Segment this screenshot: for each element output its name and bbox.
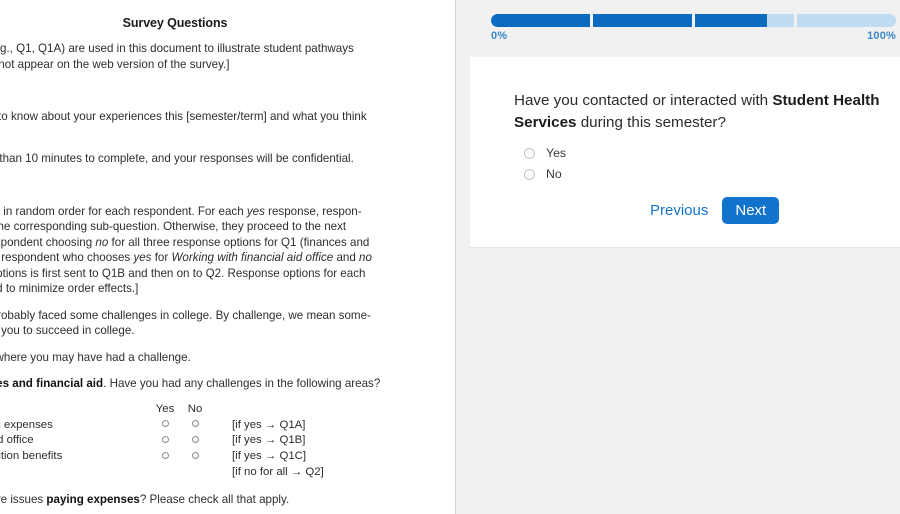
doc-paragraph-minutes: y should take less than 10 minutes to co…	[0, 152, 354, 166]
progress-segment	[797, 14, 896, 27]
doc-paragraph-intro: ON NAME] wants to know about your experi…	[0, 110, 367, 124]
table-header-no: No	[187, 402, 203, 415]
progress-segment	[593, 14, 692, 27]
next-button[interactable]: Next	[722, 197, 780, 225]
table-footer-row: [if no for all → Q2]	[0, 465, 446, 481]
survey-option-no[interactable]: No	[524, 167, 900, 181]
doc-paragraph-q1: about your finances and financial aid. H…	[0, 377, 381, 391]
radio-icon[interactable]	[191, 451, 199, 459]
page-title: Survey Questions	[122, 16, 228, 30]
doc-paragraph-note: estion numbers (e.g., Q1, Q1A) are used …	[0, 42, 354, 71]
survey-option-yes[interactable]: Yes	[524, 146, 900, 160]
progress-segment	[695, 14, 794, 27]
doc-paragraph-startwith: with the first area where you may have h…	[0, 350, 191, 364]
radio-icon[interactable]	[191, 435, 199, 443]
table-row: ng with financial aid office [if yes → Q1…	[0, 433, 446, 449]
table-cell-yes-radio[interactable]	[150, 418, 180, 434]
table-cell-label: g college and living expenses	[0, 418, 53, 431]
survey-option-label: No	[546, 167, 562, 182]
table-cell-label: ng with financial aid office	[0, 434, 34, 447]
survey-question-text: Have you contacted or interacted with St…	[514, 90, 900, 133]
radio-icon[interactable]	[161, 420, 169, 428]
progress-start-label: 0%	[491, 30, 508, 42]
survey-panel: 0% 100% Have you contacted or interacted…	[456, 0, 900, 514]
progress-segment-fill	[491, 14, 590, 27]
table-row: g college and living expenses [if yes → Q…	[0, 418, 446, 434]
doc-paragraph-challenges: students, you've probably faced some cha…	[0, 308, 371, 338]
survey-option-label: Yes	[546, 146, 567, 161]
progress-bar-track	[491, 14, 896, 27]
table-cell-yes-radio[interactable]	[150, 449, 180, 465]
table-cell-no-radio[interactable]	[180, 418, 210, 434]
table-footer-note: [if no for all → Q2]	[232, 465, 324, 478]
progress-segment	[491, 14, 590, 27]
table-header-yes: Yes	[155, 402, 175, 415]
previous-button[interactable]: Previous	[642, 198, 716, 223]
survey-progress: 0% 100%	[491, 14, 896, 42]
radio-icon[interactable]	[191, 420, 199, 428]
table-cell-yes-radio[interactable]	[150, 433, 180, 449]
question-suffix: during this semester?	[576, 113, 726, 131]
progress-end-label: 100%	[867, 30, 896, 42]
progress-bar-labels: 0% 100%	[491, 30, 896, 42]
survey-question-card: Have you contacted or interacted with St…	[470, 57, 900, 247]
table-cell-branch-note: [if yes → Q1B]	[232, 434, 306, 447]
table-cell-label: ry and employer tuition benefits	[0, 450, 63, 463]
progress-segment-fill	[695, 14, 768, 27]
table-cell-no-radio[interactable]	[180, 449, 210, 465]
document-page: Survey Questions estion numbers (e.g., Q…	[0, 0, 456, 514]
radio-icon[interactable]	[524, 168, 535, 180]
document-viewer[interactable]: Survey Questions estion numbers (e.g., Q…	[0, 0, 456, 514]
radio-icon[interactable]	[161, 435, 169, 443]
doc-paragraph-q1a: Where did you have issues paying expense…	[0, 492, 290, 506]
doc-yes-no-table: Yes No g college and living expenses [if …	[0, 402, 446, 481]
table-header-row: Yes No	[0, 402, 446, 418]
radio-icon[interactable]	[161, 451, 169, 459]
doc-heading-section: GES SECTION	[0, 179, 446, 193]
table-cell-no-radio[interactable]	[180, 433, 210, 449]
survey-nav-row: Previous Next	[642, 197, 900, 225]
table-row: ry and employer tuition benefits [if yes …	[0, 449, 446, 465]
question-prefix: Have you contacted or interacted with	[514, 92, 773, 109]
radio-icon[interactable]	[524, 147, 535, 159]
progress-segment-fill	[593, 14, 692, 27]
table-cell-branch-note: [if yes → Q1C]	[232, 450, 307, 463]
doc-paragraph-branch-logic: estions 1-6 appear in random order for e…	[0, 204, 372, 296]
table-cell-branch-note: [if yes → Q1A]	[232, 418, 306, 431]
app-root: Survey Questions estion numbers (e.g., Q…	[0, 0, 900, 514]
survey-options-list: Yes No	[514, 146, 900, 181]
doc-heading-page: PAGE	[0, 84, 446, 98]
table-body: g college and living expenses [if yes → Q…	[0, 418, 446, 465]
